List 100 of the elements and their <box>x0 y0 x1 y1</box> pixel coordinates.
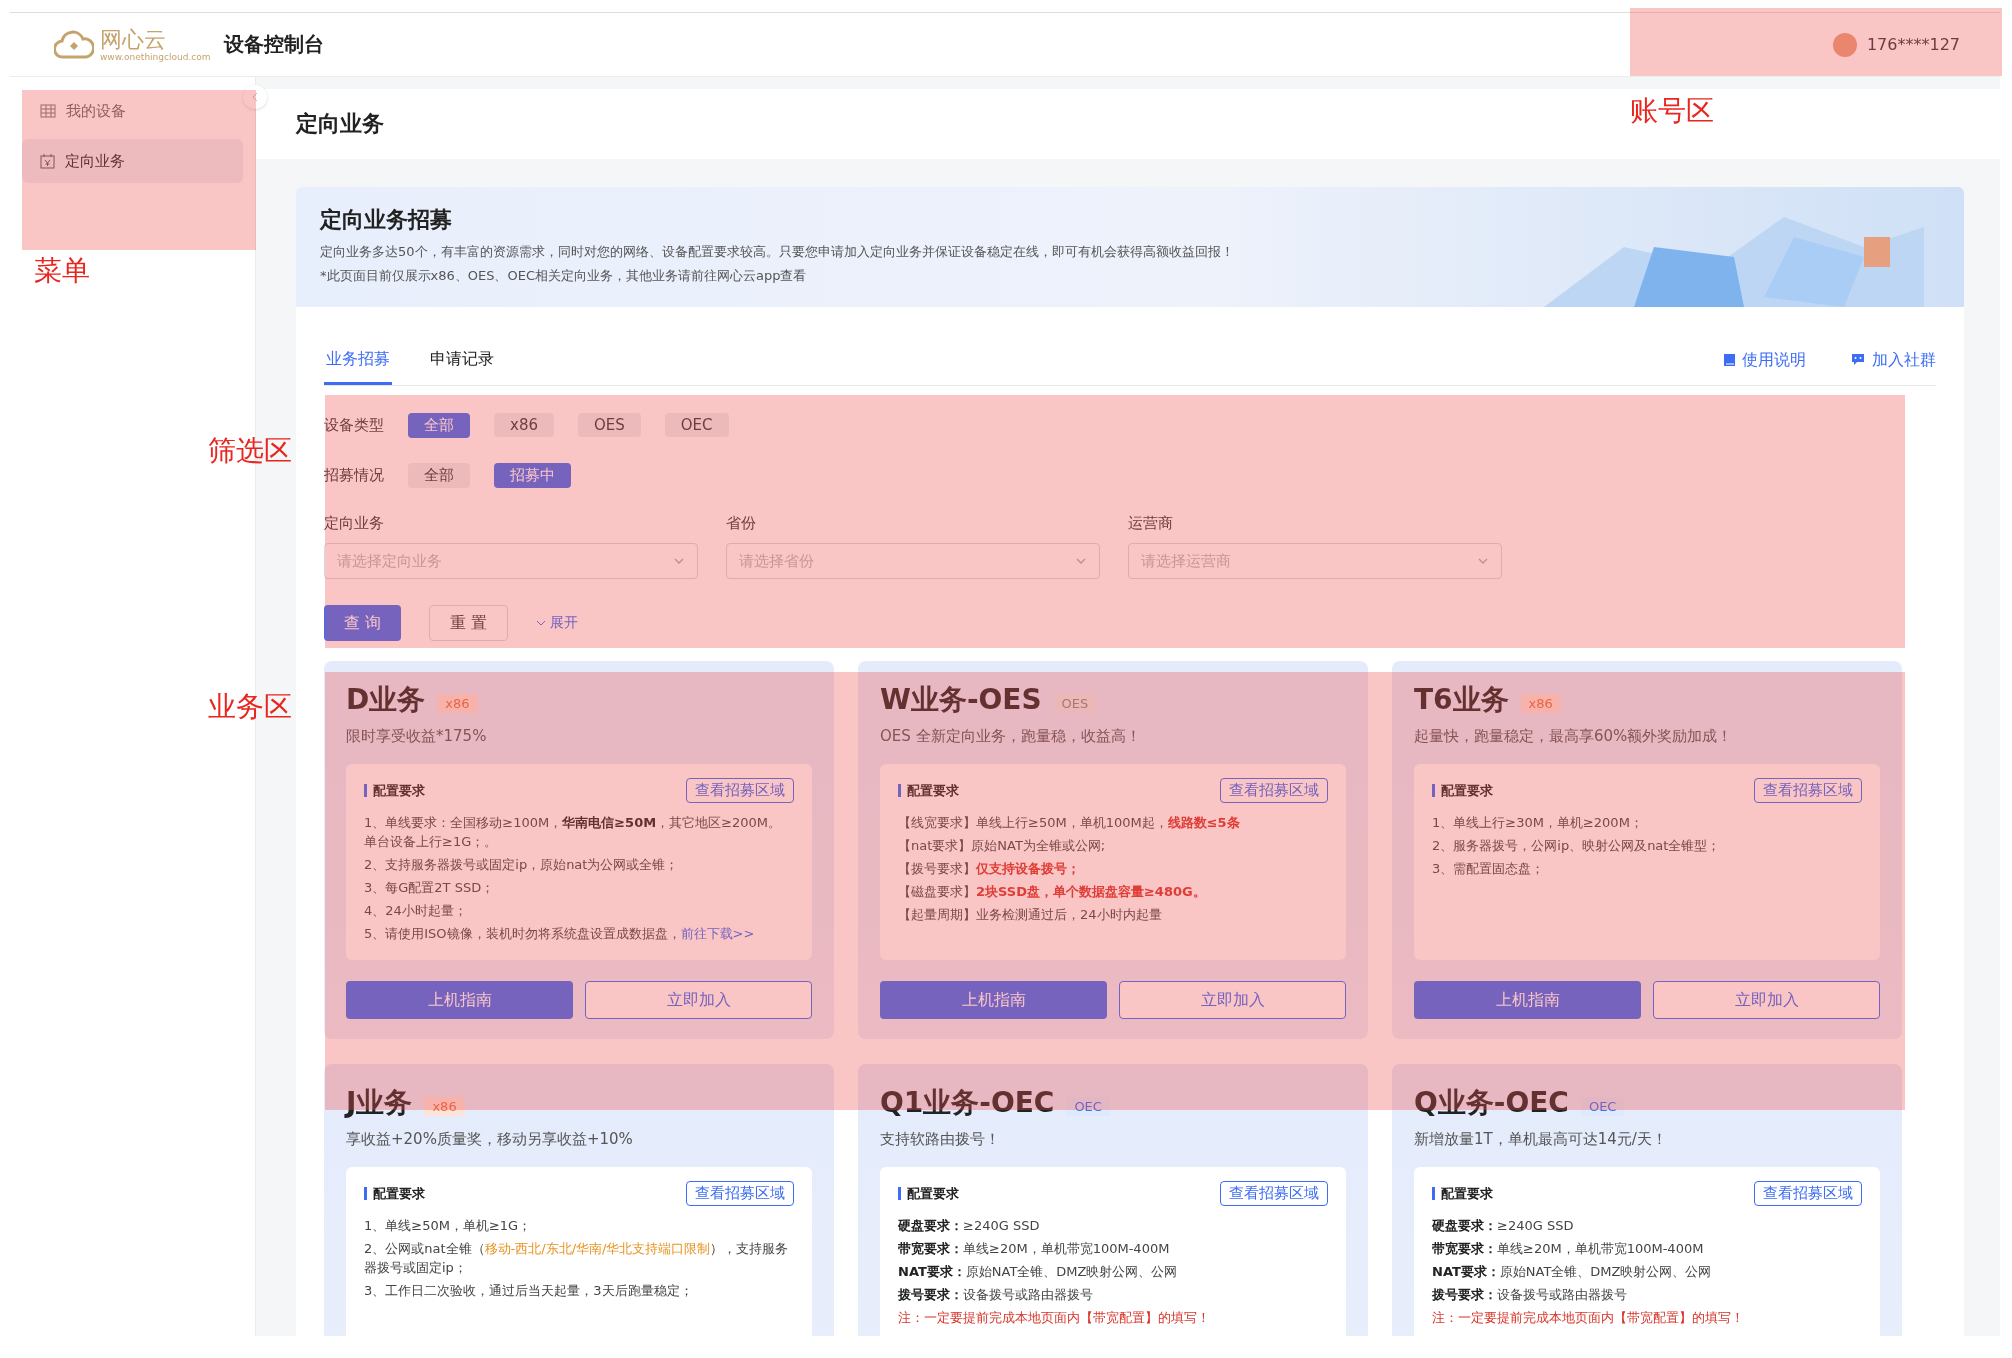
type-tag: OES <box>1053 693 1097 713</box>
field-label: 运营商 <box>1128 514 1174 533</box>
chevron-down-icon <box>536 619 547 627</box>
requirement-text: 带宽要求：单线≥20M，单机带宽100M-400M <box>1432 1240 1705 1258</box>
guide-button[interactable]: 上机指南 <box>346 981 573 1019</box>
banner-text: 定向业务多达50个，有丰富的资源需求，同时对您的网络、设备配置要求较高。只要您申请加入定向业务并保证设备稳定在线，即可有机会获得高额收益回报！ <box>320 243 1235 261</box>
card-title: T6业务 <box>1414 682 1509 718</box>
collapse-button[interactable] <box>243 85 267 109</box>
requirement-text: 硬盘要求：≥240G SSD <box>898 1217 1041 1235</box>
expand-button[interactable]: 展开 <box>536 614 579 632</box>
view-region-button[interactable]: 查看招募区域 <box>1220 778 1328 803</box>
filter-chip[interactable]: OEC <box>664 413 729 437</box>
type-tag: x86 <box>424 1096 465 1116</box>
requirement-text: 1、单线上行≥30M，单机≥200M； <box>1432 814 1644 832</box>
tab[interactable]: 申请记录 <box>428 335 496 385</box>
app-title: 设备控制台 <box>224 31 325 58</box>
requirement-text: 3、每G配置2T SSD； <box>364 879 496 897</box>
card-title: W业务-OES <box>880 682 1042 718</box>
logo-url: www.onethingcloud.com <box>100 51 211 62</box>
section-title: 配置要求 <box>1432 784 1493 797</box>
guide-button[interactable]: 上机指南 <box>1414 981 1641 1019</box>
filter-label: 设备类型 <box>324 415 385 435</box>
type-tag: OEC <box>1580 1096 1625 1116</box>
card-title: Q业务-OEC <box>1414 1085 1569 1121</box>
tab[interactable]: 业务招募 <box>324 335 392 385</box>
cloud-logo-icon <box>54 29 94 60</box>
grid-icon <box>40 104 56 118</box>
annotation-label: 菜单 <box>34 253 90 289</box>
help-link[interactable]: 使用说明 <box>1723 349 1806 371</box>
requirement-text: 【拨号要求】仅支持设备拨号； <box>898 860 1081 878</box>
requirement-text: 【线宽要求】单线上行≥50M，单机100M起，线路数≤5条 <box>898 814 1241 832</box>
type-tag: x86 <box>1520 693 1561 713</box>
section-title: 配置要求 <box>898 1187 959 1200</box>
logo-text: 网心云 <box>100 27 167 52</box>
book-icon <box>1723 353 1736 367</box>
requirement-text: 1、单线≥50M，单机≥1G； <box>364 1217 533 1235</box>
card-subtitle: 新增放量1T，单机最高可达14元/天！ <box>1414 1130 1668 1149</box>
requirement-text: 【磁盘要求】2块SSD盘，单个数据盘容量≥480G。 <box>898 883 1207 901</box>
view-region-button[interactable]: 查看招募区域 <box>1754 778 1862 803</box>
requirement-text: 3、工作日二次验收，通过后当天起量，3天后跑量稳定； <box>364 1282 694 1300</box>
requirement-text: 2、公网或nat全锥（移动-西北/东北/华南/华北支持端口限制），支持服务器拨号或固定ip； <box>364 1240 790 1277</box>
banner-text: *此页面目前仅展示x86、OES、OEC相关定向业务，其他业务请前往网心云app查看 <box>320 267 808 285</box>
field-label: 定向业务 <box>324 514 385 533</box>
requirement-text: 注：一定要提前完成本地页面内【带宽配置】的填写！ <box>1432 1309 1745 1327</box>
filter-chip[interactable]: 全部 <box>408 412 470 438</box>
chat-icon <box>1850 353 1866 367</box>
join-button[interactable]: 立即加入 <box>1653 981 1880 1019</box>
sidebar-item[interactable]: 我的设备 <box>22 89 243 133</box>
filter-chip[interactable]: OES <box>577 413 641 437</box>
sidebar-item[interactable]: 定向业务 <box>22 139 243 183</box>
banner-title: 定向业务招募 <box>320 206 453 234</box>
requirement-text: 【起量周期】业务检测通过后，24小时内起量 <box>898 906 1163 924</box>
view-region-button[interactable]: 查看招募区域 <box>686 1181 794 1206</box>
requirement-text: 拨号要求：设备拨号或路由器拨号 <box>898 1286 1094 1304</box>
card-title: J业务 <box>346 1085 413 1121</box>
avatar-icon[interactable] <box>1832 32 1857 57</box>
annotation-label: 筛选区 <box>208 433 292 469</box>
reset-button[interactable]: 重 置 <box>429 605 509 641</box>
section-title: 配置要求 <box>898 784 959 797</box>
section-title: 配置要求 <box>364 1187 425 1200</box>
requirement-text: NAT要求：原始NAT全锥、DMZ映射公网、公网 <box>1432 1263 1713 1281</box>
requirement-text: 1、单线要求：全国移动≥100M，华南电信≥50M，其它地区≥200M。单台设备上行≥1G；。 <box>364 814 783 851</box>
view-region-button[interactable]: 查看招募区域 <box>1754 1181 1862 1206</box>
card-subtitle: 起量快，跑量稳定，最高享60%额外奖励加成！ <box>1414 727 1734 746</box>
sidebar-label: 我的设备 <box>66 101 126 121</box>
requirement-text: NAT要求：原始NAT全锥、DMZ映射公网、公网 <box>898 1263 1179 1281</box>
card-title: D业务 <box>346 682 426 718</box>
type-tag: OEC <box>1066 1096 1110 1116</box>
join-button[interactable]: 立即加入 <box>1119 981 1346 1019</box>
chevron-left-icon <box>251 92 259 102</box>
requirement-text: 2、支持服务器拨号或固定ip，原始nat为公网或全锥； <box>364 856 680 874</box>
filter-chip[interactable]: 全部 <box>408 462 470 488</box>
type-tag: x86 <box>437 693 478 713</box>
sidebar-label: 定向业务 <box>65 151 125 171</box>
requirement-text: 带宽要求：单线≥20M，单机带宽100M-400M <box>898 1240 1171 1258</box>
section-title: 配置要求 <box>364 784 425 797</box>
calendar-icon <box>40 153 55 169</box>
guide-button[interactable]: 上机指南 <box>880 981 1107 1019</box>
card-subtitle: 享收益+20%质量奖，移动另享收益+10% <box>346 1130 634 1149</box>
requirement-text: 拨号要求：设备拨号或路由器拨号 <box>1432 1286 1628 1304</box>
requirement-text: 【nat要求】原始NAT为全锥或公网; <box>898 837 1107 855</box>
annotation-label: 账号区 <box>1630 93 1714 129</box>
help-link[interactable]: 加入社群 <box>1850 349 1936 371</box>
requirement-text: 4、24小时起量； <box>364 902 468 920</box>
filter-chip[interactable]: 招募中 <box>494 462 571 488</box>
card-subtitle: 限时享受收益*175% <box>346 727 488 746</box>
card-subtitle: 支持软路由拨号！ <box>880 1130 1001 1149</box>
requirement-text: 3、需配置固态盘； <box>1432 860 1546 878</box>
view-region-button[interactable]: 查看招募区域 <box>686 778 794 803</box>
query-button[interactable]: 查 询 <box>324 605 402 641</box>
filter-chip[interactable]: x86 <box>494 413 554 437</box>
download-link[interactable]: 前往下载>> <box>680 926 755 941</box>
section-title: 配置要求 <box>1432 1187 1493 1200</box>
requirement-text: 2、服务器拨号，公网ip、映射公网及nat全锥型； <box>1432 837 1722 855</box>
card-subtitle: OES 全新定向业务，跑量稳，收益高！ <box>880 727 1142 746</box>
join-button[interactable]: 立即加入 <box>585 981 812 1019</box>
account-name[interactable]: 176****127 <box>1866 35 1960 54</box>
requirement-text: 注：一定要提前完成本地页面内【带宽配置】的填写！ <box>898 1309 1211 1327</box>
view-region-button[interactable]: 查看招募区域 <box>1220 1181 1328 1206</box>
field-label: 省份 <box>726 514 757 533</box>
